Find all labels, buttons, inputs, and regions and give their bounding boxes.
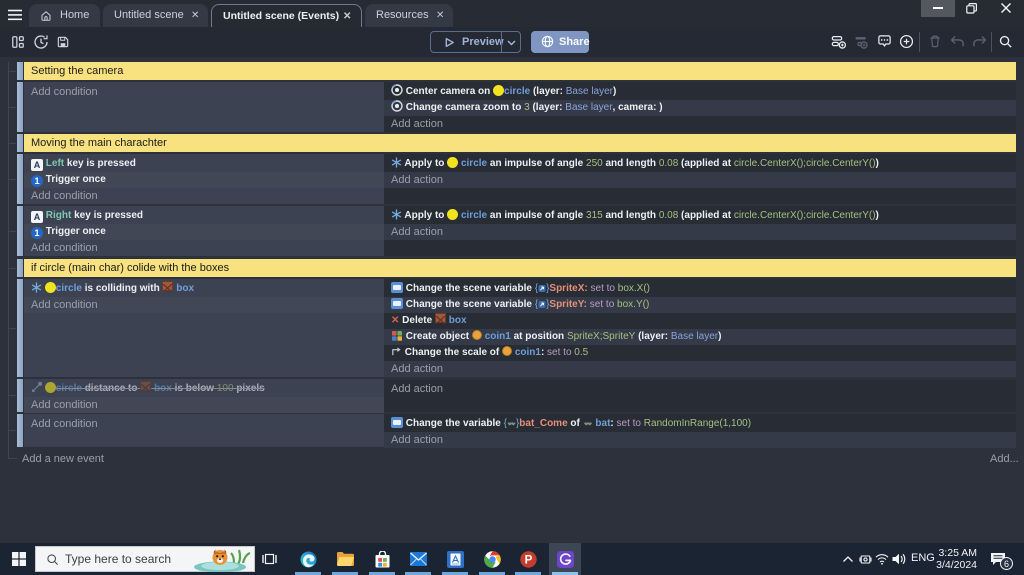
svg-text:P: P bbox=[525, 555, 533, 567]
